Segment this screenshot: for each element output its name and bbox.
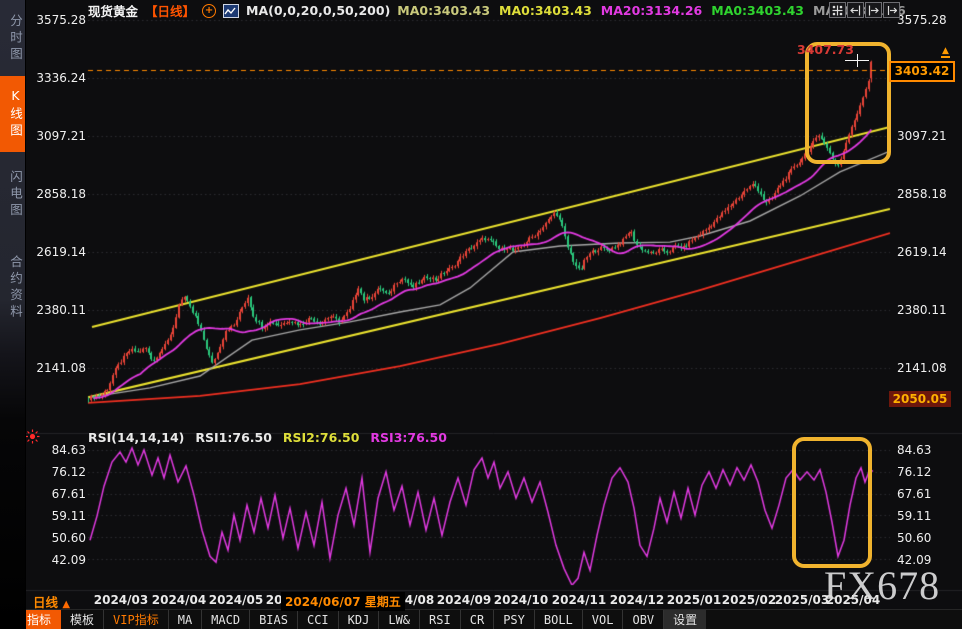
rsi-y-label-right: 50.60 [897, 531, 931, 545]
main-y-label-left: 3336.24 [26, 71, 86, 85]
shift-right-icon[interactable] [865, 2, 882, 18]
low-price-tag: 2050.05 [889, 391, 951, 407]
toolbar-item-BOLL[interactable]: BOLL [535, 610, 583, 629]
toolbar-item-RSI[interactable]: RSI [420, 610, 461, 629]
main-y-label-right: 2619.14 [897, 245, 947, 259]
x-axis-label: 2025/02 [721, 593, 777, 607]
indicator-settings-icon[interactable] [25, 429, 40, 448]
symbol-name: 现货黄金 [88, 1, 138, 20]
chart-window-buttons [829, 2, 900, 18]
indicator-toolbar-items: 指标模板VIP指标MAMACDBIASCCIKDJLW&RSICRPSYBOLL… [18, 610, 706, 629]
crosshair-marker [845, 60, 869, 61]
period-tag: 【日线】 [145, 1, 195, 20]
ma-value-1: MA0:3403.43 [499, 3, 592, 18]
crosshair-date-tooltip: 2024/06/07 星期五 [281, 592, 405, 611]
scroll-to-latest-arrow[interactable]: ▲ [941, 47, 950, 58]
main-y-label-left: 2858.18 [26, 187, 86, 201]
toolbar-item-PSY[interactable]: PSY [494, 610, 535, 629]
toolbar-item-VOL[interactable]: VOL [583, 610, 624, 629]
shift-left-icon[interactable] [847, 2, 864, 18]
current-price-tag: 3403.42 [889, 61, 955, 82]
rsi-y-label-right: 84.63 [897, 443, 931, 457]
sidebar-tab-1[interactable]: 分时图 [0, 4, 25, 74]
ma-value-2: MA20:3134.26 [601, 3, 702, 18]
main-y-label-left: 3097.21 [26, 129, 86, 143]
toolbar-item-KDJ[interactable]: KDJ [339, 610, 380, 629]
ma-formula-label: MA(0,0,20,0,50,200) [246, 3, 390, 18]
highlight-box-rsi [792, 437, 872, 568]
toolbar-item-CR[interactable]: CR [461, 610, 494, 629]
indicator-toolbar: 指标模板VIP指标MAMACDBIASCCIKDJLW&RSICRPSYBOLL… [0, 609, 962, 629]
trading-app-window: 现货黄金 【日线】 + MA(0,0,20,0,50,200) MA0:3403… [0, 0, 962, 629]
rsi-y-label-left: 59.11 [26, 509, 86, 523]
jump-latest-icon[interactable] [883, 2, 900, 18]
main-y-label-right: 3097.21 [897, 129, 947, 143]
toolbar-item-模板[interactable]: 模板 [61, 610, 104, 629]
rsi1-value: RSI1:76.50 [195, 430, 272, 445]
x-axis-label: 2025/01 [666, 593, 722, 607]
rsi2-value: RSI2:76.50 [283, 430, 360, 445]
ma-value-3: MA0:3403.43 [711, 3, 804, 18]
main-y-label-left: 2619.14 [26, 245, 86, 259]
rsi-title: RSI(14,14,14) [88, 430, 184, 445]
rsi-y-label-left: 50.60 [26, 531, 86, 545]
sidebar-tab-3[interactable]: 闪电图 [0, 160, 25, 230]
toolbar-item-MACD[interactable]: MACD [202, 610, 250, 629]
main-y-label-right: 2380.11 [897, 303, 947, 317]
add-indicator-icon[interactable]: + [202, 4, 216, 18]
watermark: FX678 [824, 566, 940, 606]
main-y-label-left: 2141.08 [26, 361, 86, 375]
toolbar-item-LW&[interactable]: LW& [379, 610, 420, 629]
x-axis-label: 2024/03 [93, 593, 149, 607]
x-axis-label: 2024/04 [151, 593, 207, 607]
rsi-y-label-right: 67.61 [897, 487, 931, 501]
rsi-y-label-left: 67.61 [26, 487, 86, 501]
sidebar-tab-2[interactable]: K线图 [0, 76, 25, 152]
chart-header: 现货黄金 【日线】 + MA(0,0,20,0,50,200) MA0:3403… [88, 1, 906, 20]
sidebar-tab-4[interactable]: 合约资料 [0, 238, 25, 338]
x-axis-label: 2024/05 [208, 593, 264, 607]
main-y-label-right: 2141.08 [897, 361, 947, 375]
x-axis-label: 2024/11 [551, 593, 607, 607]
move-chart-icon[interactable] [829, 2, 846, 18]
main-y-label-left: 3575.28 [26, 13, 86, 27]
high-price-annotation: 3407.73 [797, 42, 854, 57]
x-axis-label: 2024/12 [609, 593, 665, 607]
rsi-header: RSI(14,14,14) RSI1:76.50 RSI2:76.50 RSI3… [88, 430, 447, 445]
rsi-y-label-right: 76.12 [897, 465, 931, 479]
toolbar-item-VIP指标[interactable]: VIP指标 [104, 610, 169, 629]
main-y-label-right: 2858.18 [897, 187, 947, 201]
x-axis-label: 2024/09 [436, 593, 492, 607]
rsi-y-label-left: 76.12 [26, 465, 86, 479]
toolbar-item-BIAS[interactable]: BIAS [250, 610, 298, 629]
toolbar-item-OBV[interactable]: OBV [623, 610, 664, 629]
main-y-label-left: 2380.11 [26, 303, 86, 317]
ma-value-0: MA0:3403.43 [397, 3, 490, 18]
x-axis-label: 2024/10 [493, 593, 549, 607]
toolbar-item-MA[interactable]: MA [169, 610, 202, 629]
left-sidebar: 分时图K线图闪电图合约资料 [0, 0, 26, 629]
toolbar-item-设置[interactable]: 设置 [664, 610, 706, 629]
mini-chart-icon[interactable] [223, 4, 239, 18]
rsi-y-label-left: 42.09 [26, 553, 86, 567]
toolbar-item-CCI[interactable]: CCI [298, 610, 339, 629]
rsi-y-label-right: 59.11 [897, 509, 931, 523]
x-axis-label: 2025/03 [774, 593, 830, 607]
rsi3-value: RSI3:76.50 [370, 430, 447, 445]
